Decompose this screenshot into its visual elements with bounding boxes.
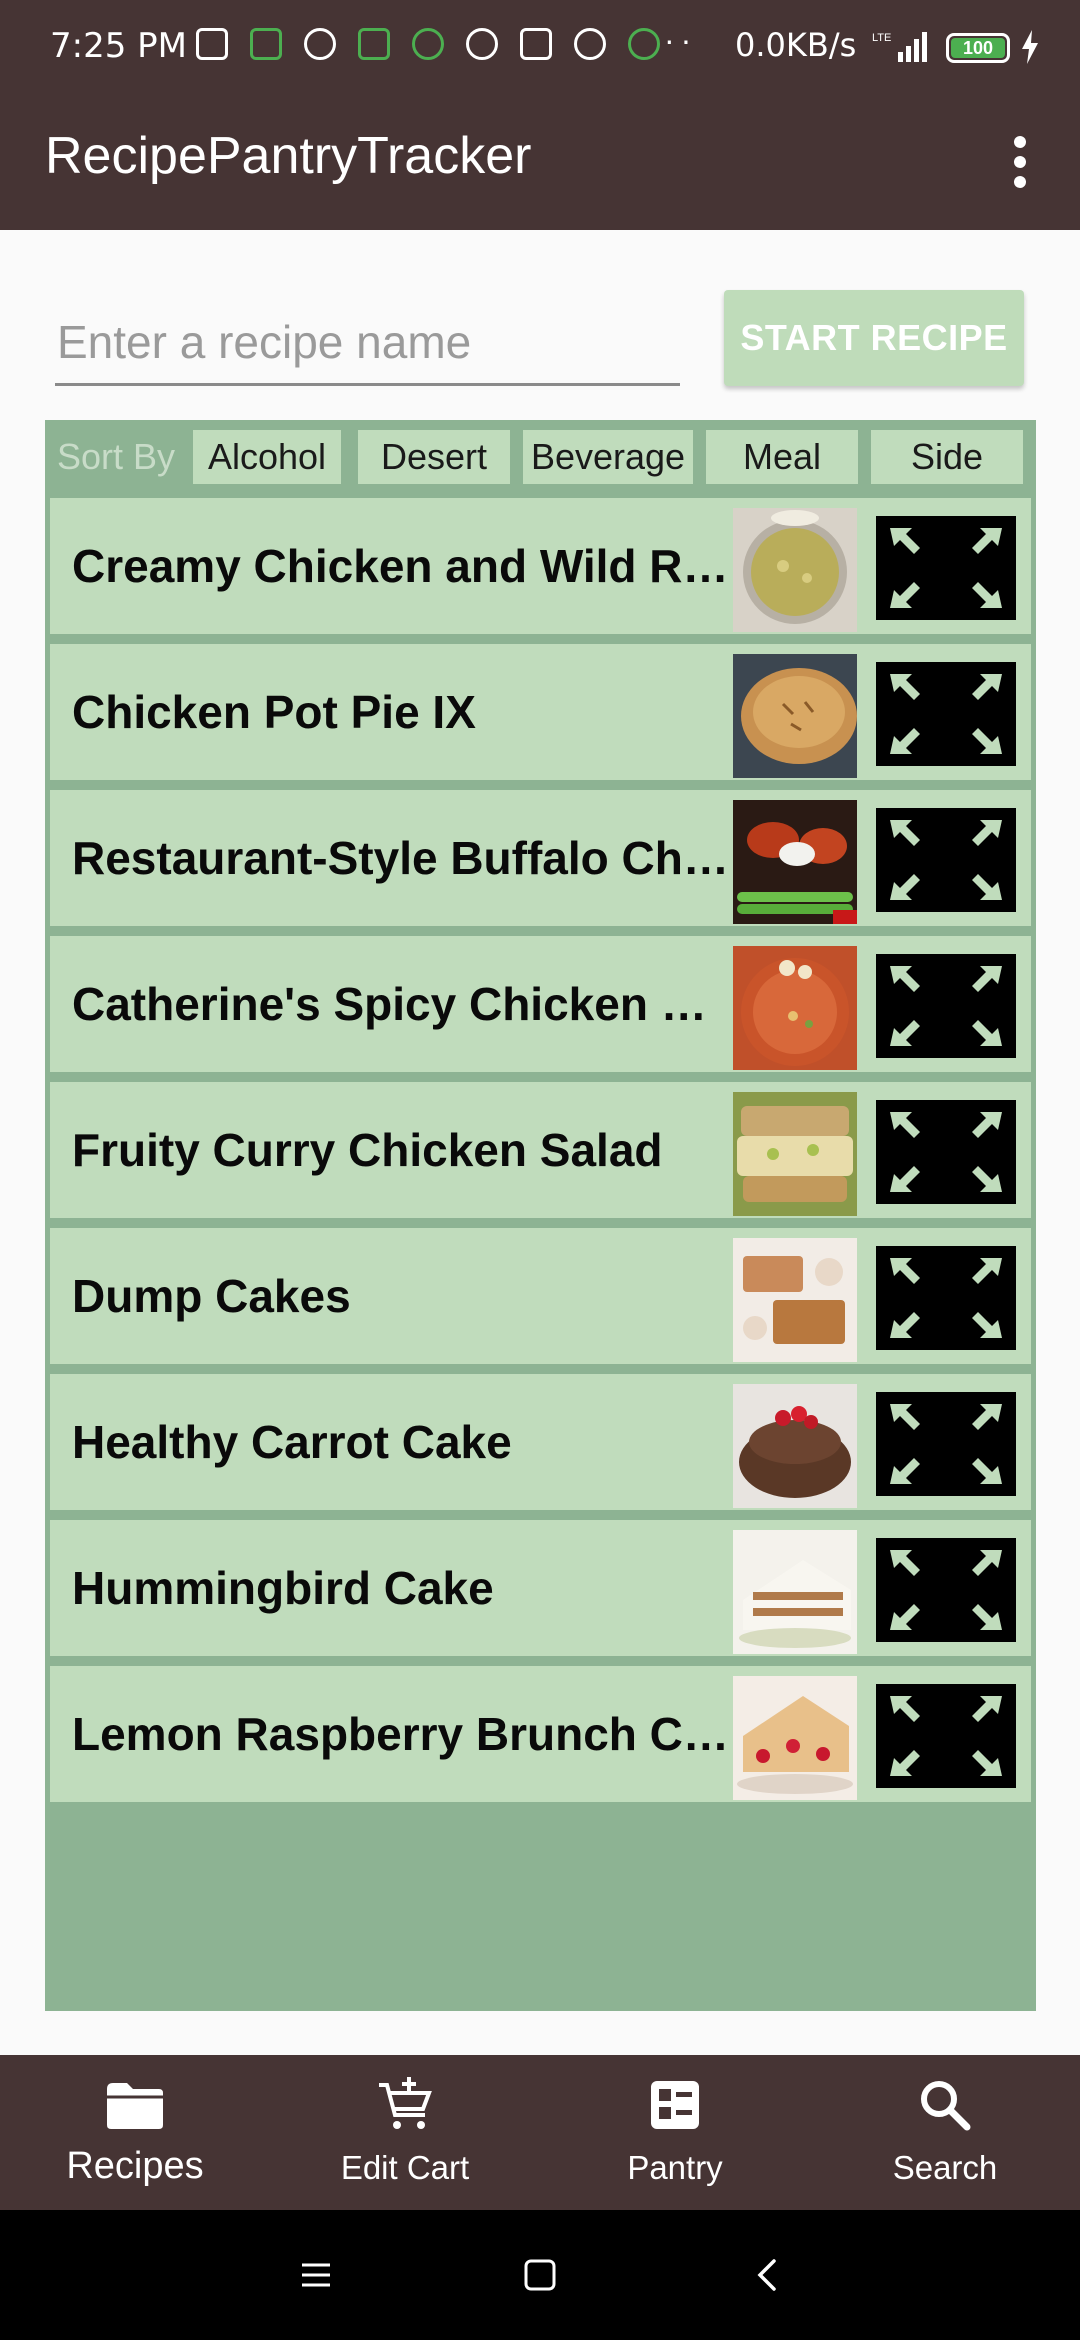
search-icon — [921, 2081, 971, 2131]
status-bar: 7:25 PM ·· 0.0KB/s LTE 100 — [0, 0, 1080, 96]
sort-by-label: Sort By — [57, 436, 176, 477]
overflow-dot — [1014, 176, 1026, 188]
expand-icon[interactable] — [876, 1100, 1016, 1204]
shield-app-icon — [358, 28, 390, 60]
recipe-title: Dump Cakes — [72, 1270, 351, 1322]
raspberry-cake-image — [733, 1676, 857, 1800]
battery-level: 100 — [951, 38, 1005, 58]
overflow-dot — [1014, 156, 1026, 168]
notification-icons — [196, 28, 660, 60]
nav-label: Search — [892, 2149, 998, 2186]
recipe-row[interactable]: Hummingbird Cake — [50, 1520, 1031, 1656]
nav-label: Recipes — [66, 2145, 204, 2187]
soup-bowl-image — [733, 508, 857, 632]
network-speed: 0.0KB/s — [735, 26, 857, 64]
message-icon — [196, 28, 228, 60]
expand-icon[interactable] — [876, 1246, 1016, 1350]
more-notifications-icon: ·· — [664, 22, 698, 58]
recipe-list-panel: Sort By Alcohol Desert Beverage Meal Sid… — [45, 420, 1036, 2011]
home-icon[interactable] — [520, 2255, 560, 2295]
dump-cake-image — [733, 1238, 857, 1362]
nav-edit-cart[interactable]: Edit Cart — [270, 2055, 540, 2210]
recipe-row[interactable]: Creamy Chicken and Wild Rice Soup — [50, 498, 1031, 634]
bundt-cake-image — [733, 1384, 857, 1508]
expand-icon[interactable] — [876, 808, 1016, 912]
add-to-cart-icon — [379, 2077, 432, 2129]
system-navigation-bar — [0, 2210, 1080, 2340]
battery-icon: 100 — [946, 33, 1010, 63]
shield-app-icon — [520, 28, 552, 60]
status-time: 7:25 PM — [50, 26, 187, 66]
buffalo-wings-image — [733, 800, 857, 924]
app-title: RecipePantryTracker — [45, 127, 532, 185]
expand-icon[interactable] — [876, 1684, 1016, 1788]
sort-meal-button[interactable]: Meal — [706, 430, 858, 484]
nav-label: Pantry — [627, 2149, 723, 2186]
recipe-row[interactable]: Restaurant-Style Buffalo Chicken Wings — [50, 790, 1031, 926]
recipe-row[interactable]: Dump Cakes — [50, 1228, 1031, 1364]
sort-alcohol-button[interactable]: Alcohol — [193, 430, 341, 484]
expand-icon[interactable] — [876, 1538, 1016, 1642]
recipe-title: Restaurant-Style Buffalo Chicken Wings — [72, 832, 732, 884]
expand-icon[interactable] — [876, 662, 1016, 766]
voicemail-icon — [574, 28, 606, 60]
voicemail-app-icon — [250, 28, 282, 60]
network-type: LTE — [872, 32, 891, 44]
chili-bowl-image — [733, 946, 857, 1070]
overflow-dot — [1014, 136, 1026, 148]
recipe-name-input[interactable] — [55, 300, 680, 386]
sort-side-button[interactable]: Side — [871, 430, 1023, 484]
app-bar: RecipePantryTracker — [0, 96, 1080, 230]
nav-label: Edit Cart — [340, 2149, 470, 2186]
sort-bar: Sort By Alcohol Desert Beverage Meal Sid… — [45, 430, 1036, 484]
recipe-row[interactable]: Lemon Raspberry Brunch Cake — [50, 1666, 1031, 1802]
nav-search[interactable]: Search — [810, 2055, 1080, 2210]
expand-icon[interactable] — [876, 516, 1016, 620]
recipe-title: Chicken Pot Pie IX — [72, 686, 476, 738]
signal-icon: LTE — [872, 32, 927, 62]
folder-icon — [107, 2083, 163, 2129]
menu-icon[interactable] — [296, 2255, 336, 2295]
sort-beverage-button[interactable]: Beverage — [523, 430, 693, 484]
recipe-title: Lemon Raspberry Brunch Cake — [72, 1708, 732, 1760]
salad-sandwich-image — [733, 1092, 857, 1216]
recipe-row[interactable]: Chicken Pot Pie IX — [50, 644, 1031, 780]
expand-icon[interactable] — [876, 1392, 1016, 1496]
pantry-list-icon — [651, 2081, 699, 2129]
sort-desert-button[interactable]: Desert — [358, 430, 510, 484]
recipe-row[interactable]: Healthy Carrot Cake — [50, 1374, 1031, 1510]
back-icon[interactable] — [748, 2255, 788, 2295]
cloud-icon — [466, 28, 498, 60]
overflow-menu-icon[interactable] — [1000, 130, 1040, 194]
bottom-navigation: Recipes Edit Cart Pantry Search — [0, 2055, 1080, 2210]
recipe-title: Creamy Chicken and Wild Rice Soup — [72, 540, 732, 592]
pot-pie-image — [733, 654, 857, 778]
nav-pantry[interactable]: Pantry — [540, 2055, 810, 2210]
recipe-title: Hummingbird Cake — [72, 1562, 494, 1614]
nav-recipes[interactable]: Recipes — [0, 2055, 270, 2210]
layer-cake-image — [733, 1530, 857, 1654]
expand-icon[interactable] — [876, 954, 1016, 1058]
recipe-title: Catherine's Spicy Chicken Chili — [72, 978, 732, 1030]
speed-icon — [304, 28, 336, 60]
recipe-row[interactable]: Catherine's Spicy Chicken Chili — [50, 936, 1031, 1072]
usb-icon — [412, 28, 444, 60]
recipe-row[interactable]: Fruity Curry Chicken Salad — [50, 1082, 1031, 1218]
charging-icon — [1022, 30, 1038, 64]
usb-icon — [628, 28, 660, 60]
recipe-title: Healthy Carrot Cake — [72, 1416, 512, 1468]
recipe-title: Fruity Curry Chicken Salad — [72, 1124, 663, 1176]
start-recipe-button[interactable]: START RECIPE — [724, 290, 1024, 386]
